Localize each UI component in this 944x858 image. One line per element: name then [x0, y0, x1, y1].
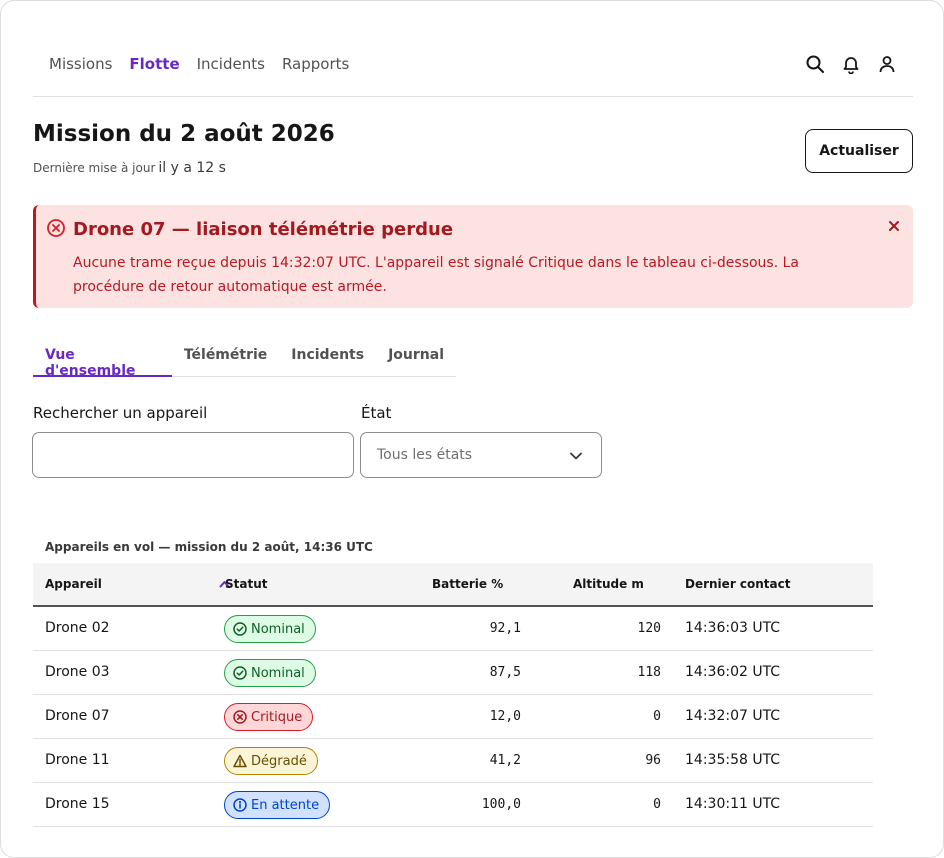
- altitude-value: 0: [653, 797, 661, 812]
- refresh-button[interactable]: Actualiser: [805, 129, 913, 173]
- alert-body: Aucune trame reçue depuis 14:32:07 UTC. …: [73, 255, 800, 295]
- battery-value: 12,0: [489, 709, 521, 724]
- altitude-value: 96: [645, 753, 661, 768]
- table-row[interactable]: Drone 11 Dégradé 41,2 96 14:35:58 UTC: [33, 739, 873, 783]
- status-badge: Nominal: [224, 659, 316, 687]
- info-icon: [233, 798, 247, 812]
- state-label: État: [361, 404, 392, 422]
- status-label: En attente: [251, 797, 320, 813]
- status-label: Dégradé: [251, 753, 307, 769]
- tab-overview[interactable]: Vue d'ensemble: [33, 335, 172, 379]
- chevron-down-icon: [570, 452, 582, 460]
- column-header-device[interactable]: Appareil: [45, 577, 102, 591]
- status-badge: En attente: [224, 791, 331, 819]
- table-header: Appareil Statut Batterie % Altitude m De…: [33, 563, 873, 607]
- last-contact-value: 14:36:03 UTC: [685, 620, 781, 636]
- device-name: Drone 03: [45, 664, 110, 680]
- battery-value: 100,0: [481, 797, 521, 812]
- state-select[interactable]: Tous les états: [360, 432, 602, 478]
- state-select-value: Tous les états: [377, 447, 473, 463]
- warning-icon: [233, 754, 247, 768]
- error-alert: Drone 07 — liaison télémétrie perdue Auc…: [33, 205, 913, 308]
- app-window: Missions Flotte Incidents Rapports Missi…: [0, 0, 944, 858]
- search-label: Rechercher un appareil: [33, 404, 208, 422]
- table-row[interactable]: Drone 03 Nominal 87,5 118 14:36:02 UTC: [33, 651, 873, 695]
- column-header-altitude[interactable]: Altitude m: [573, 577, 644, 591]
- device-name: Drone 02: [45, 620, 110, 636]
- nav-link-missions[interactable]: Missions: [49, 55, 112, 73]
- error-icon: [233, 710, 247, 724]
- status-label: Nominal: [251, 665, 305, 681]
- tab-journal[interactable]: Journal: [376, 335, 456, 377]
- tab-telemetry[interactable]: Télémétrie: [172, 335, 279, 377]
- top-navigation: Missions Flotte Incidents Rapports: [33, 41, 913, 97]
- status-badge: Dégradé: [224, 747, 318, 775]
- table-caption: Appareils en vol — mission du 2 août, 14…: [45, 540, 373, 554]
- close-icon[interactable]: [885, 217, 903, 235]
- last-contact-value: 14:36:02 UTC: [685, 664, 781, 680]
- battery-value: 41,2: [489, 753, 521, 768]
- nav-link-flotte[interactable]: Flotte: [129, 55, 179, 73]
- tab-list: Vue d'ensemble Télémétrie Incidents Jour…: [33, 335, 456, 379]
- battery-value: 92,1: [489, 621, 521, 636]
- tab-incidents[interactable]: Incidents: [279, 335, 376, 377]
- check-circle-icon: [233, 622, 247, 636]
- header-actions: [805, 53, 897, 75]
- table-row[interactable]: Drone 07 Critique 12,0 0 14:32:07 UTC: [33, 695, 873, 739]
- column-header-battery[interactable]: Batterie %: [432, 577, 503, 591]
- bell-icon[interactable]: [841, 53, 861, 75]
- last-updated-value: il y a 12 s: [158, 160, 226, 176]
- device-name: Drone 15: [45, 796, 110, 812]
- search-icon[interactable]: [805, 53, 825, 75]
- last-contact-value: 14:30:11 UTC: [685, 796, 781, 812]
- page-title: Mission du 2 août 2026: [33, 121, 335, 147]
- search-input[interactable]: [32, 432, 354, 478]
- error-icon: [47, 219, 65, 237]
- battery-value: 87,5: [489, 665, 521, 680]
- status-badge: Nominal: [224, 615, 316, 643]
- last-contact-value: 14:35:58 UTC: [685, 752, 781, 768]
- nav-link-incidents[interactable]: Incidents: [197, 55, 265, 73]
- last-updated: Dernière mise à jour il y a 12 s: [33, 160, 226, 176]
- column-header-last-contact[interactable]: Dernier contact: [685, 577, 791, 591]
- alert-title: Drone 07 — liaison télémétrie perdue: [73, 219, 454, 240]
- user-icon[interactable]: [877, 53, 897, 75]
- check-circle-icon: [233, 666, 247, 680]
- column-header-status[interactable]: Statut: [225, 577, 268, 591]
- status-label: Critique: [251, 709, 303, 725]
- status-badge: Critique: [224, 703, 314, 731]
- nav-links: Missions Flotte Incidents Rapports: [49, 55, 349, 73]
- device-name: Drone 07: [45, 708, 110, 724]
- table-row[interactable]: Drone 15 En attente 100,0 0 14:30:11 UTC: [33, 783, 873, 827]
- status-label: Nominal: [251, 621, 305, 637]
- last-contact-value: 14:32:07 UTC: [685, 708, 781, 724]
- altitude-value: 0: [653, 709, 661, 724]
- device-name: Drone 11: [45, 752, 110, 768]
- altitude-value: 118: [637, 665, 661, 680]
- last-updated-label: Dernière mise à jour: [33, 161, 156, 175]
- nav-link-rapports[interactable]: Rapports: [282, 55, 349, 73]
- altitude-value: 120: [637, 621, 661, 636]
- table-row[interactable]: Drone 02 Nominal 92,1 120 14:36:03 UTC: [33, 607, 873, 651]
